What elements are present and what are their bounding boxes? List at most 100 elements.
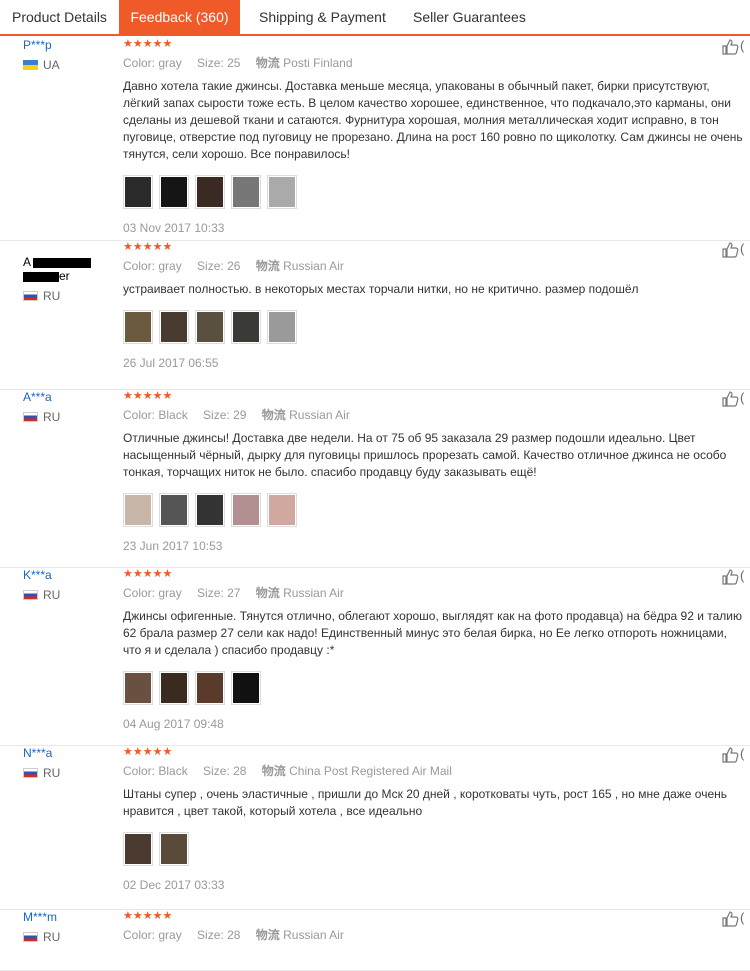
review-date: 03 Nov 2017 10:33 [123,221,225,235]
country-flag-icon [23,60,38,70]
country-flag-icon [23,412,38,422]
tab-product-details[interactable]: Product Details [12,0,107,34]
reviewer-info: A er RU [23,255,92,303]
reviewer-country: RU [23,410,60,424]
reviewer-country: RU [23,766,60,780]
review-text: Джинсы офигенные. Тянутся отлично, облег… [123,609,742,657]
review-date: 02 Dec 2017 03:33 [123,878,225,892]
review-photos [123,310,743,344]
reviewer-country: RU [23,289,91,303]
thumbs-up-icon [722,38,739,55]
rating-stars: ★★★★★ [123,241,173,253]
review-photos [123,493,743,527]
review-photo[interactable] [159,175,189,209]
review-content: ★★★★★ Color: gray Size: 25 物流 Posti Finl… [123,38,743,235]
reviewer-name[interactable]: P***p [23,38,60,52]
review-photo[interactable] [195,493,225,527]
review-date: 04 Aug 2017 09:48 [123,717,224,731]
rating-stars: ★★★★★ [123,568,173,580]
tab-seller-guarantees[interactable]: Seller Guarantees [413,0,526,34]
country-flag-icon [23,932,38,942]
review-item: A er RU ★★★★★ Color: gray Size: 26 物流 Ru… [0,241,750,390]
review-photo[interactable] [123,832,153,866]
reviewer-country: RU [23,930,60,944]
reviewer-name[interactable]: A er [23,255,92,283]
rating-stars: ★★★★★ [123,910,173,922]
review-content: ★★★★★ Color: Black Size: 29 物流 Russian A… [123,390,743,553]
rating-stars: ★★★★★ [123,746,173,758]
review-date: 26 Jul 2017 06:55 [123,356,219,370]
review-photo[interactable] [123,493,153,527]
thumbs-up-icon [722,746,739,763]
review-tabs: Product Details Feedback (360) Shipping … [0,0,750,36]
review-item: K***a RU ★★★★★ Color: gray Size: 27 物流 R… [0,568,750,746]
review-photo[interactable] [195,310,225,344]
review-item: N***a RU ★★★★★ Color: Black Size: 28 物流 … [0,746,750,910]
thumbs-up-icon [722,568,739,585]
tab-feedback[interactable]: Feedback (360) [119,0,240,34]
review-photo[interactable] [267,175,297,209]
review-content: ★★★★★ Color: gray Size: 28 物流 Russian Ai… [123,910,743,942]
review-item: A***a RU ★★★★★ Color: Black Size: 29 物流 … [0,390,750,568]
rating-stars: ★★★★★ [123,390,173,402]
order-info: Color: gray Size: 28 物流 Russian Air [123,928,344,942]
review-item: P***p UA ★★★★★ Color: gray Size: 25 物流 P… [0,38,750,241]
review-text: Штаны супер , очень эластичные , пришли … [123,787,728,818]
reviewer-info: K***a RU [23,568,60,602]
review-photos [123,671,743,705]
country-flag-icon [23,291,38,301]
review-photo[interactable] [123,671,153,705]
reviewer-name[interactable]: M***m [23,910,60,924]
review-photo[interactable] [231,671,261,705]
review-photo[interactable] [231,493,261,527]
thumbs-up-icon [722,910,739,927]
review-text: Отличные джинсы! Доставка две недели. На… [123,431,727,479]
order-info: Color: gray Size: 27 物流 Russian Air [123,586,344,600]
review-item: M***m RU ★★★★★ Color: gray Size: 28 物流 R… [0,910,750,971]
review-photos [123,832,743,866]
reviewer-name[interactable]: A***a [23,390,60,404]
rating-stars: ★★★★★ [123,38,173,50]
review-photo[interactable] [123,175,153,209]
review-photo[interactable] [159,671,189,705]
order-info: Color: gray Size: 26 物流 Russian Air [123,259,344,273]
reviewer-name[interactable]: N***a [23,746,60,760]
review-photo[interactable] [267,310,297,344]
review-photo[interactable] [231,310,261,344]
review-photo[interactable] [159,310,189,344]
order-info: Color: Black Size: 29 物流 Russian Air [123,408,350,422]
reviewer-name[interactable]: K***a [23,568,60,582]
helpful-button[interactable]: ( [722,568,750,585]
reviewer-country: UA [23,58,60,72]
review-photo[interactable] [195,671,225,705]
helpful-button[interactable]: ( [722,746,750,763]
helpful-button[interactable]: ( [722,38,750,55]
reviewer-info: P***p UA [23,38,60,72]
order-info: Color: Black Size: 28 物流 China Post Regi… [123,764,452,778]
thumbs-up-icon [722,241,739,258]
thumbs-up-icon [722,390,739,407]
reviewer-info: M***m RU [23,910,60,944]
tab-shipping-payment[interactable]: Shipping & Payment [259,0,386,34]
review-photo[interactable] [267,493,297,527]
reviewer-country: RU [23,588,60,602]
helpful-button[interactable]: ( [722,390,750,407]
review-photo[interactable] [123,310,153,344]
reviewer-info: N***a RU [23,746,60,780]
review-photo[interactable] [159,832,189,866]
reviewer-info: A***a RU [23,390,60,424]
order-info: Color: gray Size: 25 物流 Posti Finland [123,56,353,70]
review-photos [123,175,743,209]
helpful-button[interactable]: ( [722,910,750,927]
country-flag-icon [23,590,38,600]
review-content: ★★★★★ Color: gray Size: 26 物流 Russian Ai… [123,241,743,370]
review-date: 23 Jun 2017 10:53 [123,539,223,553]
review-text: устраивает полностью. в некоторых местах… [123,282,639,296]
review-photo[interactable] [231,175,261,209]
review-photo[interactable] [159,493,189,527]
review-content: ★★★★★ Color: Black Size: 28 物流 China Pos… [123,746,743,892]
country-flag-icon [23,768,38,778]
review-photo[interactable] [195,175,225,209]
review-text: Давно хотела такие джинсы. Доставка мень… [123,79,743,161]
helpful-button[interactable]: ( [722,241,750,258]
